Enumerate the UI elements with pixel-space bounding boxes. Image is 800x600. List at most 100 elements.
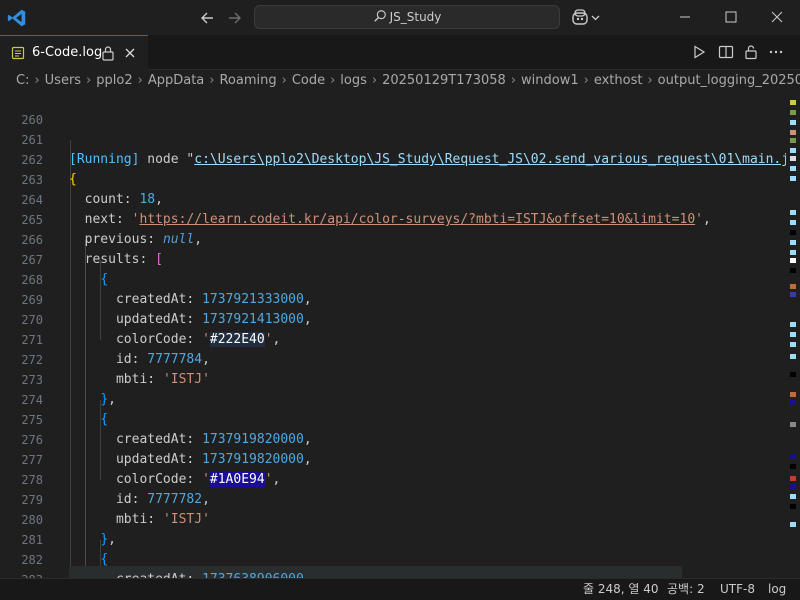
status-encoding[interactable]: UTF-8 bbox=[720, 579, 755, 600]
title-bar: JS_Study bbox=[0, 0, 800, 35]
breadcrumb-item[interactable]: Users bbox=[45, 73, 81, 88]
minimap-marker bbox=[790, 484, 796, 489]
minimap-marker bbox=[790, 268, 796, 273]
breadcrumb-item[interactable]: exthost bbox=[594, 73, 643, 88]
minimap-marker bbox=[790, 110, 796, 115]
search-icon bbox=[373, 10, 386, 22]
minimap-marker bbox=[790, 400, 796, 405]
minimize-icon bbox=[680, 16, 690, 18]
minimap-marker bbox=[790, 422, 796, 427]
breadcrumb-item[interactable]: window1 bbox=[521, 73, 579, 88]
minimap-marker bbox=[790, 392, 796, 397]
code-line: 264 next: 'https://learn.codeit.kr/api/c… bbox=[0, 170, 785, 227]
code-line: 284 colorCode: '#000000' bbox=[0, 570, 785, 578]
minimap-marker bbox=[790, 354, 796, 359]
code-line: 275 createdAt: 1737919820000, bbox=[0, 390, 785, 447]
status-cursor-position[interactable]: 줄 248, 열 40 bbox=[583, 579, 659, 600]
status-indentation[interactable]: 공백: 2 bbox=[667, 579, 705, 600]
chevron-right-icon: › bbox=[34, 73, 40, 88]
code-line: 265 previous: null, bbox=[0, 190, 785, 247]
code-line: 274 { bbox=[0, 370, 785, 427]
minimize-button[interactable] bbox=[662, 0, 708, 35]
chevron-right-icon: › bbox=[510, 73, 517, 88]
chevron-right-icon: › bbox=[281, 73, 287, 88]
minimap-marker bbox=[790, 250, 796, 255]
status-bar: 줄 248, 열 40 공백: 2 UTF-8 log bbox=[0, 578, 800, 600]
breadcrumb-item[interactable]: AppData bbox=[148, 73, 204, 88]
code-line: 267 { bbox=[0, 230, 785, 287]
minimap-marker bbox=[790, 100, 796, 105]
code-line: 269 updatedAt: 1737921413000, bbox=[0, 270, 785, 327]
split-editor-icon[interactable] bbox=[718, 44, 734, 60]
breadcrumb: C: › Users › pplo2 › AppData › Roaming › Code › logs… bbox=[0, 70, 800, 92]
code-line: 278 id: 7777782, bbox=[0, 450, 785, 507]
forward-arrow-icon[interactable] bbox=[224, 8, 244, 28]
minimap-marker bbox=[790, 176, 796, 181]
minimap-marker bbox=[790, 522, 796, 527]
lock-icon bbox=[102, 46, 114, 61]
close-window-icon bbox=[771, 11, 783, 23]
minimap-marker bbox=[790, 156, 796, 161]
lock-group-icon[interactable] bbox=[743, 44, 759, 60]
code-line: 273 }, bbox=[0, 350, 785, 407]
breadcrumb-item[interactable]: pplo2 bbox=[96, 73, 132, 88]
minimap-marker bbox=[790, 284, 796, 289]
chevron-right-icon: › bbox=[137, 73, 143, 88]
breadcrumb-item[interactable]: Roaming bbox=[219, 73, 276, 88]
minimap-marker bbox=[790, 342, 796, 347]
code-line: 281 { bbox=[0, 510, 785, 567]
copilot-icon[interactable] bbox=[571, 9, 603, 27]
code-line: 271 id: 7777784, bbox=[0, 310, 785, 367]
breadcrumb-item[interactable]: C: bbox=[16, 73, 29, 88]
code-line: 283 updatedAt: 1737639327000, bbox=[0, 550, 785, 578]
code-line: 261 [Running] node "c:\Users\pplo2\Deskt… bbox=[0, 110, 800, 167]
run-icon[interactable] bbox=[691, 44, 707, 60]
breadcrumb-item[interactable]: 20250129T173058 bbox=[382, 73, 506, 88]
minimap-overview[interactable] bbox=[786, 92, 800, 578]
code-line: 266 results: [ bbox=[0, 210, 785, 267]
minimap-marker bbox=[790, 332, 796, 337]
minimap-marker bbox=[790, 166, 796, 171]
code-line: 268 createdAt: 1737921333000, bbox=[0, 250, 785, 307]
status-language-mode[interactable]: log bbox=[768, 579, 786, 600]
back-arrow-icon[interactable] bbox=[198, 8, 218, 28]
minimap-marker bbox=[790, 322, 796, 327]
code-line: 270 colorCode: '#222E40', bbox=[0, 290, 785, 347]
code-line: 280 }, bbox=[0, 490, 785, 547]
breadcrumb-item[interactable]: Code bbox=[292, 73, 325, 88]
minimap-marker bbox=[790, 120, 796, 125]
minimap-marker bbox=[790, 504, 796, 509]
minimap-marker bbox=[790, 130, 796, 135]
chevron-right-icon: › bbox=[647, 73, 653, 88]
minimap-marker bbox=[790, 230, 796, 235]
close-tab-icon[interactable] bbox=[123, 46, 137, 60]
minimap-marker bbox=[790, 454, 796, 459]
minimap-marker bbox=[790, 220, 796, 225]
tab-6-code-log[interactable]: 6-Code.log bbox=[0, 35, 148, 70]
minimap-marker bbox=[790, 372, 796, 377]
maximize-icon bbox=[725, 11, 737, 23]
code-editor[interactable]: 260 261 [Running] node "c:\Users\pplo2\D… bbox=[0, 92, 800, 578]
breadcrumb-item[interactable]: logs bbox=[340, 73, 367, 88]
code-line: 272 mbti: 'ISTJ' bbox=[0, 330, 785, 387]
chevron-right-icon: › bbox=[330, 73, 336, 88]
minimap-marker bbox=[790, 210, 796, 215]
log-file-icon bbox=[11, 46, 25, 60]
code-line: 263 count: 18, bbox=[0, 150, 785, 207]
code-line: 282 createdAt: 1737638906000, bbox=[0, 530, 785, 578]
maximize-button[interactable] bbox=[708, 0, 754, 35]
close-window-button[interactable] bbox=[754, 0, 800, 35]
minimap-marker bbox=[790, 494, 796, 499]
search-label: JS_Study bbox=[389, 10, 442, 24]
minimap-marker bbox=[790, 138, 796, 143]
breadcrumb-item[interactable]: output_logging_20250129T173105 bbox=[658, 73, 800, 88]
code-line: 276 updatedAt: 1737919820000, bbox=[0, 410, 785, 467]
command-center-search[interactable]: JS_Study bbox=[254, 5, 560, 29]
more-actions-icon[interactable] bbox=[768, 44, 784, 60]
minimap-marker bbox=[790, 292, 796, 297]
vscode-logo-icon[interactable] bbox=[6, 7, 28, 29]
chevron-right-icon: › bbox=[86, 73, 92, 88]
code-line: 260 bbox=[0, 92, 785, 127]
editor-tab-bar: 6-Code.log bbox=[0, 35, 800, 70]
chevron-right-icon: › bbox=[583, 73, 589, 88]
